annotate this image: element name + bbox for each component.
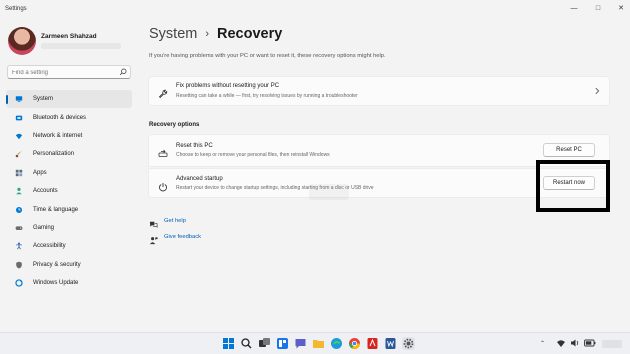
sidebar-item-privacy[interactable]: Privacy & security bbox=[6, 256, 132, 274]
edge-browser-icon[interactable] bbox=[330, 337, 343, 350]
breadcrumb-separator: › bbox=[205, 28, 210, 40]
sidebar-item-time-language[interactable]: Time & language bbox=[6, 200, 132, 218]
fix-problems-subtitle: Resetting can take a while — first, try … bbox=[176, 93, 358, 99]
breadcrumb-parent[interactable]: System bbox=[149, 26, 197, 42]
file-explorer-icon[interactable] bbox=[312, 337, 325, 350]
sidebar-item-windows-update[interactable]: Windows Update bbox=[6, 274, 132, 292]
sidebar-item-gaming[interactable]: Gaming bbox=[6, 219, 132, 237]
page-title: Recovery bbox=[217, 26, 283, 42]
title-bar: Settings — □ ✕ bbox=[0, 0, 630, 22]
sidebar-item-network[interactable]: Network & internet bbox=[6, 127, 132, 145]
tray-clock-redacted[interactable] bbox=[602, 340, 622, 348]
chrome-browser-icon[interactable] bbox=[348, 337, 361, 350]
sidebar-item-label: Gaming bbox=[33, 224, 55, 231]
reset-pc-button[interactable]: Reset PC bbox=[543, 143, 595, 157]
sidebar-item-label: Bluetooth & devices bbox=[33, 114, 87, 121]
help-links: Get help Give feedback bbox=[149, 213, 201, 245]
avatar[interactable] bbox=[8, 27, 36, 55]
bluetooth-icon bbox=[12, 114, 26, 122]
highlight-annotation-box bbox=[536, 160, 610, 212]
give-feedback-link[interactable]: Give feedback bbox=[149, 229, 201, 245]
feedback-icon bbox=[149, 232, 159, 245]
minimize-button[interactable]: — bbox=[566, 3, 582, 15]
windows-start-icon[interactable] bbox=[222, 337, 235, 350]
tray-wifi-icon[interactable] bbox=[556, 338, 566, 348]
wrench-icon bbox=[158, 86, 168, 99]
profile-email-redacted bbox=[41, 43, 121, 49]
taskbar: ⌃ bbox=[0, 332, 630, 354]
get-help-label[interactable]: Get help bbox=[164, 218, 186, 224]
task-view-icon[interactable] bbox=[258, 337, 271, 350]
search-icon[interactable] bbox=[119, 68, 127, 76]
acrobat-reader-icon[interactable] bbox=[366, 337, 379, 350]
sidebar-item-label: Network & internet bbox=[33, 132, 83, 139]
help-icon bbox=[149, 216, 159, 228]
sidebar-item-label: System bbox=[33, 96, 54, 103]
tray-chevron-up-icon[interactable]: ⌃ bbox=[540, 340, 545, 347]
sidebar-item-label: Time & language bbox=[33, 206, 79, 213]
sidebar-item-accounts[interactable]: Accounts bbox=[6, 182, 132, 200]
fix-problems-card[interactable]: Fix problems without resetting your PC R… bbox=[148, 76, 610, 106]
get-help-link[interactable]: Get help bbox=[149, 213, 201, 229]
breadcrumb: System › Recovery bbox=[149, 26, 282, 42]
sidebar-nav: System Bluetooth & devices Network & int… bbox=[6, 90, 132, 292]
advanced-startup-icon bbox=[158, 179, 168, 192]
search-input[interactable] bbox=[12, 68, 112, 77]
sidebar-item-personalization[interactable]: Personalization bbox=[6, 145, 132, 163]
globe-clock-icon bbox=[12, 206, 26, 214]
widgets-icon[interactable] bbox=[276, 337, 289, 350]
tray-battery-icon[interactable] bbox=[584, 338, 596, 348]
person-icon bbox=[12, 187, 26, 195]
app-title: Settings bbox=[5, 6, 27, 12]
profile-name: Zarmeen Shahzad bbox=[41, 33, 97, 40]
sidebar-item-label: Privacy & security bbox=[33, 261, 81, 268]
reset-pc-subtitle: Choose to keep or remove your personal f… bbox=[176, 152, 330, 158]
sidebar-item-bluetooth[interactable]: Bluetooth & devices bbox=[6, 108, 132, 126]
word-icon[interactable] bbox=[384, 337, 397, 350]
gamepad-icon bbox=[12, 224, 26, 232]
update-icon bbox=[12, 279, 26, 287]
reset-pc-icon bbox=[158, 145, 168, 157]
shield-icon bbox=[12, 261, 26, 269]
advanced-startup-title: Advanced startup bbox=[176, 176, 223, 182]
sidebar-item-label: Apps bbox=[33, 169, 47, 176]
watermark-logo bbox=[308, 183, 350, 201]
sidebar-item-apps[interactable]: Apps bbox=[6, 164, 132, 182]
chat-icon[interactable] bbox=[294, 337, 307, 350]
brush-icon bbox=[12, 150, 26, 158]
accessibility-icon bbox=[12, 242, 26, 250]
tray-volume-icon[interactable] bbox=[570, 338, 580, 348]
taskbar-search-icon[interactable] bbox=[240, 337, 253, 350]
fix-problems-title: Fix problems without resetting your PC bbox=[176, 83, 280, 89]
give-feedback-label[interactable]: Give feedback bbox=[164, 234, 201, 240]
wifi-icon bbox=[12, 132, 26, 140]
sidebar-item-system[interactable]: System bbox=[6, 90, 132, 109]
sidebar-item-label: Personalization bbox=[33, 151, 75, 158]
sidebar-item-label: Windows Update bbox=[33, 280, 79, 287]
maximize-button[interactable]: □ bbox=[590, 3, 606, 15]
monitor-icon bbox=[12, 95, 26, 103]
chevron-right-icon bbox=[595, 87, 600, 95]
close-button[interactable]: ✕ bbox=[613, 3, 629, 15]
apps-icon bbox=[12, 169, 26, 177]
reset-pc-title: Reset this PC bbox=[176, 143, 213, 149]
sidebar-item-accessibility[interactable]: Accessibility bbox=[6, 237, 132, 255]
sidebar-item-label: Accounts bbox=[33, 188, 58, 195]
section-heading-recovery-options: Recovery options bbox=[149, 122, 200, 128]
intro-text: If you're having problems with your PC o… bbox=[149, 53, 386, 59]
sidebar-item-label: Accessibility bbox=[33, 243, 66, 250]
settings-gear-icon[interactable] bbox=[402, 337, 415, 350]
search-box[interactable] bbox=[7, 65, 131, 79]
